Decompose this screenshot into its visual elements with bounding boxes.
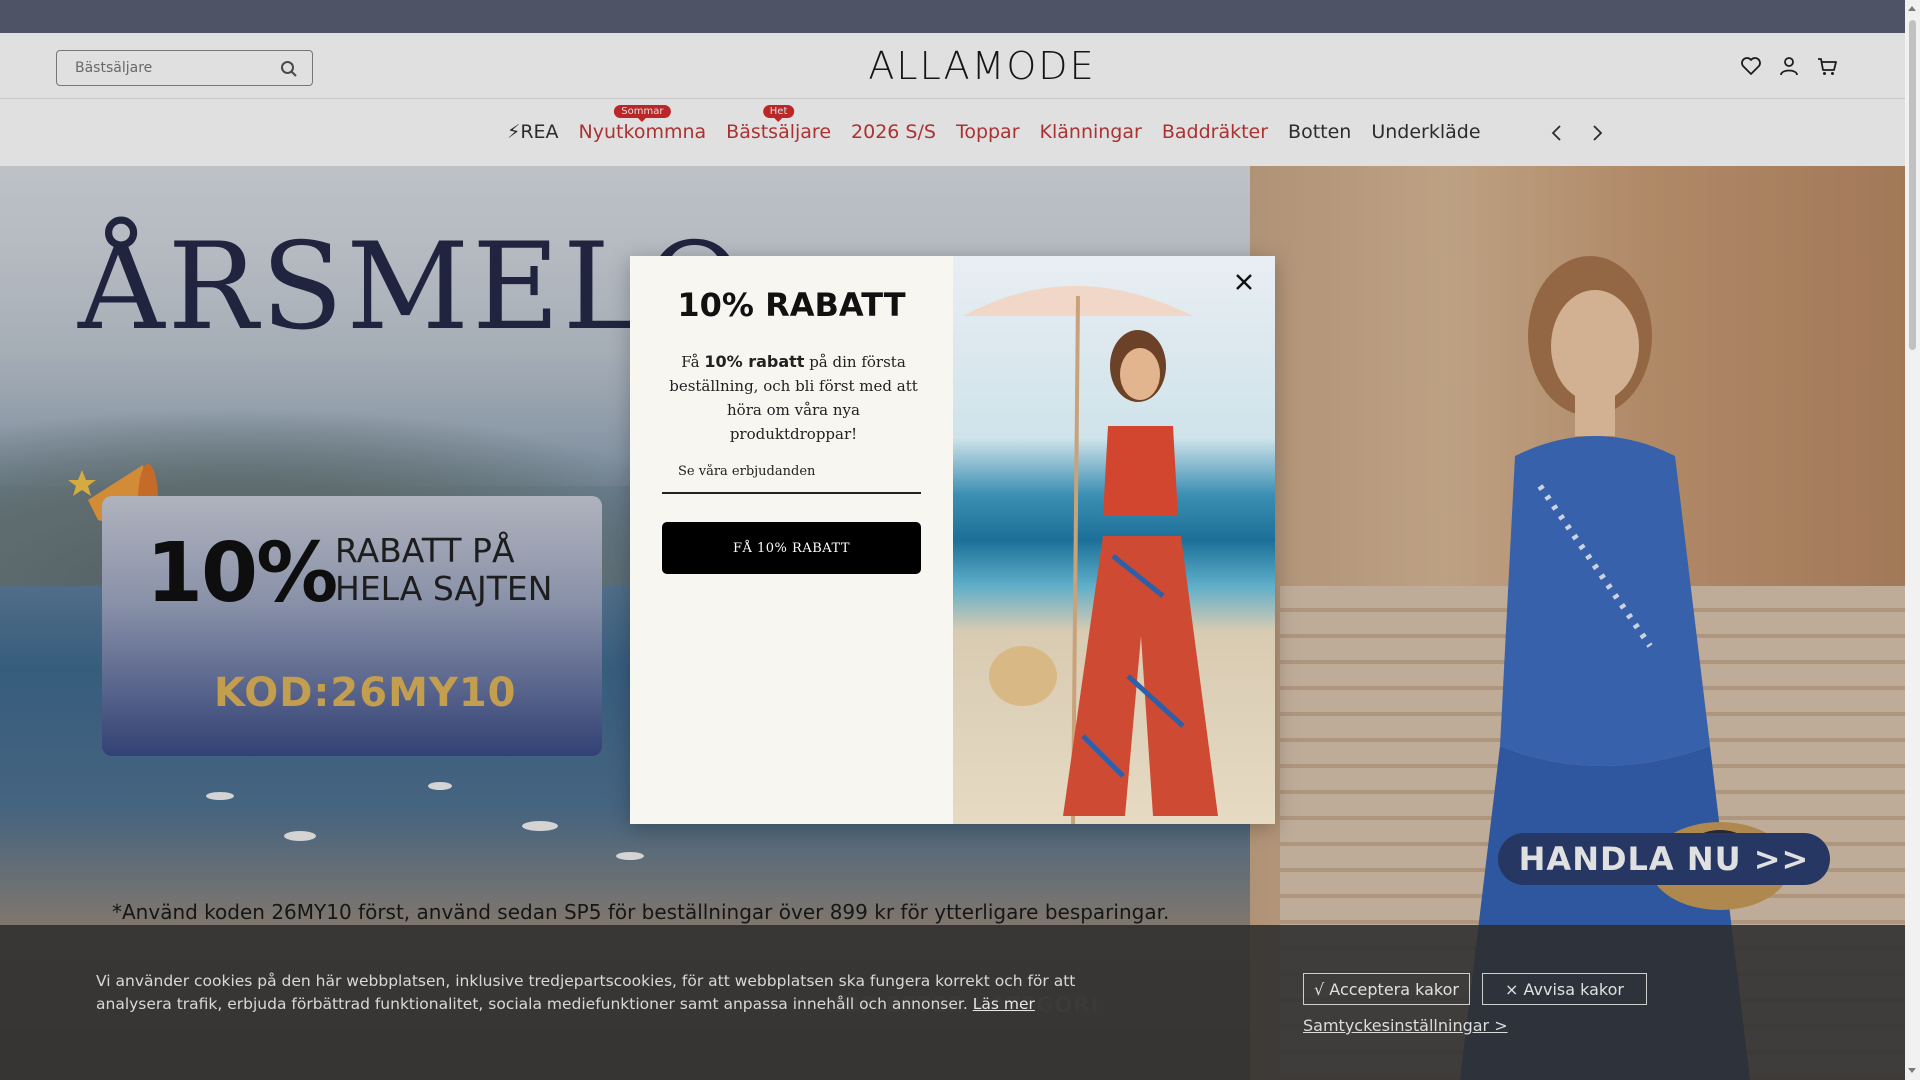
- reject-cookies-button[interactable]: × Avvisa kakor: [1482, 973, 1647, 1005]
- popup-title: 10% RABATT: [677, 286, 906, 324]
- cookie-banner: KÖP EFTER KATEGORI Vi använder cookies p…: [0, 925, 1905, 1080]
- scroll-up-icon[interactable]: [1908, 6, 1916, 11]
- popup-description: Få 10% rabatt på din första beställning,…: [669, 352, 918, 443]
- close-popup-button[interactable]: [1230, 268, 1258, 296]
- popup-model-image: [953, 256, 1275, 824]
- cookie-text: Vi använder cookies på den här webbplats…: [96, 972, 1076, 1013]
- accept-cookies-button[interactable]: √ Acceptera kakor: [1303, 973, 1470, 1005]
- read-more-link[interactable]: Läs mer: [973, 995, 1035, 1013]
- discount-popup: 10% RABATT Få 10% rabatt på din första b…: [630, 256, 1275, 824]
- page-scrollbar[interactable]: [1905, 0, 1920, 1080]
- consent-settings-link[interactable]: Samtyckesinställningar >: [1303, 1016, 1508, 1035]
- close-icon: [1236, 274, 1252, 290]
- scrollbar-thumb[interactable]: [1909, 20, 1916, 350]
- email-field[interactable]: [662, 450, 921, 494]
- scroll-down-icon[interactable]: [1908, 1068, 1916, 1073]
- popup-content: 10% RABATT Få 10% rabatt på din första b…: [630, 256, 953, 824]
- get-discount-button[interactable]: FÅ 10% RABATT: [662, 522, 921, 574]
